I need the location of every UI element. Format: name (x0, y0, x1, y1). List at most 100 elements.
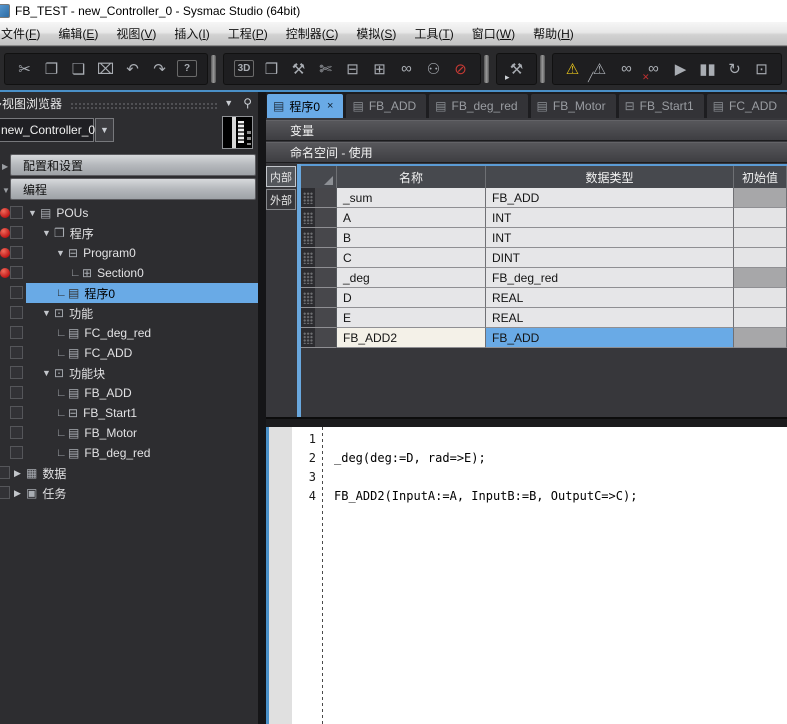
controller-dropdown-arrow[interactable]: ▼ (95, 118, 114, 142)
tree-item-[interactable]: ▶▦数据 (0, 463, 258, 483)
cell-initial-value[interactable] (734, 228, 787, 248)
row-drag-handle[interactable] (301, 228, 337, 248)
monitor-icon[interactable]: ∞ (613, 56, 640, 82)
menu-item-I[interactable]: 插入(I) (165, 22, 218, 45)
collapsed-arrow-icon[interactable]: ▶ (14, 468, 26, 479)
abort-build-icon[interactable]: ✄ (312, 56, 339, 82)
cell-name[interactable]: D (337, 288, 486, 308)
scope-tab-external[interactable]: 外部 (266, 189, 296, 210)
cell-name[interactable]: _deg (337, 268, 486, 288)
menu-item-C[interactable]: 控制器(C) (277, 22, 348, 45)
tree-item-0[interactable]: ∟▤程序0 (0, 283, 258, 303)
menu-item-T[interactable]: 工具(T) (405, 22, 462, 45)
delete-icon[interactable]: ⌧ (92, 56, 119, 82)
menu-item-S[interactable]: 模拟(S) (347, 22, 405, 45)
column-header-initial[interactable]: 初始值 (734, 166, 787, 188)
chevron-down-icon[interactable]: ▼ (224, 98, 233, 108)
controller-select[interactable]: new_Controller_0 (0, 118, 94, 142)
help-page-icon[interactable]: ? (177, 60, 197, 77)
cascade-windows-icon[interactable]: ❒ (258, 56, 285, 82)
expanded-arrow-icon[interactable]: ▼ (56, 248, 68, 258)
cell-initial-value[interactable] (734, 288, 787, 308)
transfer-build-icon[interactable]: ⚒▸ (503, 56, 530, 82)
menu-item-E[interactable]: 编辑(E) (49, 22, 107, 45)
stop-monitor-icon[interactable]: ∞✕ (640, 56, 667, 82)
expanded-arrow-icon[interactable]: ▼ (28, 208, 40, 218)
go-offline-icon[interactable]: ⚠╱ (586, 56, 613, 82)
column-header-datatype[interactable]: 数据类型 (486, 166, 734, 188)
undo-icon[interactable]: ↶ (119, 56, 146, 82)
section-bar-config[interactable]: ▶配置和设置 (10, 154, 256, 176)
tree-item-FB_ADD[interactable]: ∟▤FB_ADD (0, 383, 258, 403)
cell-datatype[interactable]: INT (486, 228, 734, 248)
section-bar-programming[interactable]: ▼编程 (10, 178, 256, 200)
tree-item-[interactable]: ▶▣任务 (0, 483, 258, 503)
code-line[interactable]: 1 (266, 429, 787, 448)
redo-icon[interactable]: ↷ (146, 56, 173, 82)
sidebar-splitter[interactable] (258, 92, 266, 724)
scope-tab-internal[interactable]: 内部 (266, 166, 296, 187)
tab-close-icon[interactable]: × (327, 100, 333, 112)
cell-datatype[interactable]: FB_ADD (486, 328, 734, 348)
row-drag-handle[interactable] (301, 268, 337, 288)
namespace-accordion-bar[interactable]: 命名空间 - 使用 (266, 142, 787, 163)
cell-datatype[interactable]: REAL (486, 308, 734, 328)
search-icon[interactable]: ⚇ (420, 56, 447, 82)
tree-item-Program0[interactable]: ▼⊟Program0 (0, 243, 258, 263)
section-expander-icon[interactable]: ▶ (2, 162, 8, 171)
menu-item-V[interactable]: 视图(V) (107, 22, 165, 45)
data-trace-icon[interactable]: ∞ (393, 56, 420, 82)
controller-status-icon[interactable]: ⊡ (748, 56, 775, 82)
row-drag-handle[interactable] (301, 288, 337, 308)
cell-name[interactable]: E (337, 308, 486, 328)
tree-item-FC_deg_red[interactable]: ∟▤FC_deg_red (0, 323, 258, 343)
variables-accordion-bar[interactable]: 变量 (266, 120, 787, 141)
tree-item-[interactable]: ▼⊡功能块 (0, 363, 258, 383)
cell-name[interactable]: B (337, 228, 486, 248)
cell-datatype[interactable]: INT (486, 208, 734, 228)
tab-FB_Motor[interactable]: ▤FB_Motor (531, 94, 616, 118)
tree-item-FB_Motor[interactable]: ∟▤FB_Motor (0, 423, 258, 443)
expanded-arrow-icon[interactable]: ▼ (42, 368, 54, 378)
cell-initial-value[interactable] (734, 328, 787, 348)
cell-initial-value[interactable] (734, 188, 787, 208)
tree-item-POUs[interactable]: ▼▤POUs (0, 203, 258, 223)
section-expander-icon[interactable]: ▼ (2, 186, 10, 195)
row-drag-handle[interactable] (301, 308, 337, 328)
build-icon[interactable]: ⚒ (285, 56, 312, 82)
cell-initial-value[interactable] (734, 208, 787, 228)
tree-item-FB_Start1[interactable]: ∟⊟FB_Start1 (0, 403, 258, 423)
reset-icon[interactable]: ↻ (721, 56, 748, 82)
expanded-arrow-icon[interactable]: ▼ (42, 308, 54, 318)
tab-0[interactable]: ▤程序0× (267, 94, 343, 118)
tree-item-[interactable]: ▼❒程序 (0, 223, 258, 243)
cut-icon[interactable]: ✂ (11, 56, 38, 82)
table-editor-splitter[interactable] (266, 417, 787, 427)
tree-item-FB_deg_red[interactable]: ∟▤FB_deg_red (0, 443, 258, 463)
row-drag-handle[interactable] (301, 208, 337, 228)
cell-name[interactable]: FB_ADD2 (337, 328, 486, 348)
cell-initial-value[interactable] (734, 308, 787, 328)
pin-icon[interactable]: ⚲ (243, 96, 252, 110)
cell-name[interactable]: _sum (337, 188, 486, 208)
menu-item-W[interactable]: 窗口(W) (463, 22, 524, 45)
copy-icon[interactable]: ❐ (38, 56, 65, 82)
abort-icon[interactable]: ⊘ (447, 56, 474, 82)
tab-FB_deg_red[interactable]: ▤FB_deg_red (429, 94, 527, 118)
program-mode-icon[interactable]: ▮▮ (694, 56, 721, 82)
tree-item-FC_ADD[interactable]: ∟▤FC_ADD (0, 343, 258, 363)
row-drag-handle[interactable] (301, 328, 337, 348)
watch-table-icon[interactable]: ⊞ (366, 56, 393, 82)
code-line[interactable]: 3 (266, 467, 787, 486)
tree-item-[interactable]: ▼⊡功能 (0, 303, 258, 323)
cell-name[interactable]: C (337, 248, 486, 268)
cell-initial-value[interactable] (734, 268, 787, 288)
collapsed-arrow-icon[interactable]: ▶ (14, 488, 26, 499)
column-header-name[interactable]: 名称 (337, 166, 486, 188)
code-line[interactable]: 2_deg(deg:=D, rad=>E); (266, 448, 787, 467)
row-drag-handle[interactable] (301, 248, 337, 268)
expanded-arrow-icon[interactable]: ▼ (42, 228, 54, 238)
cell-datatype[interactable]: FB_ADD (486, 188, 734, 208)
watch-window-icon[interactable]: ⊟ (339, 56, 366, 82)
code-line[interactable]: 4FB_ADD2(InputA:=A, InputB:=B, OutputC=>… (266, 486, 787, 505)
